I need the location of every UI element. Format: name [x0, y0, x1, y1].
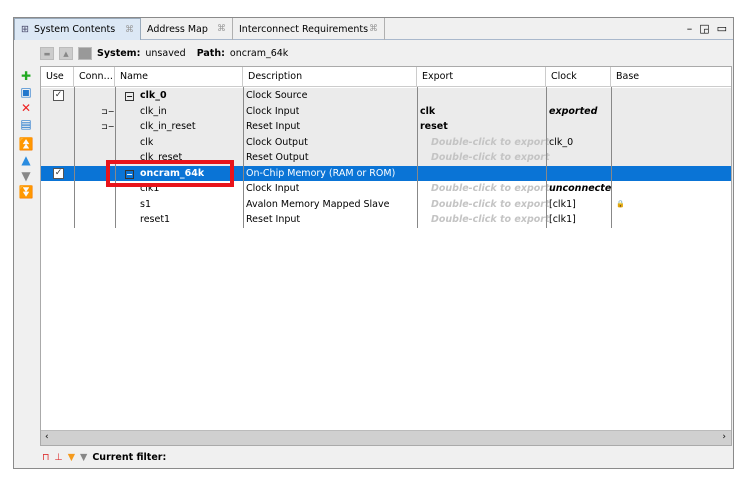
edit-icon[interactable]: ▤ — [18, 116, 34, 132]
column-header-connections[interactable]: Conn… — [74, 67, 115, 87]
scroll-right-icon[interactable]: › — [722, 432, 726, 442]
use-checkbox[interactable]: ✓ — [53, 90, 64, 101]
column-header-description[interactable]: Description — [243, 67, 417, 87]
close-icon[interactable]: ⌘ — [125, 25, 134, 35]
row-description: Clock Output — [246, 136, 308, 148]
clear-filter-icon[interactable]: ▼ — [80, 452, 87, 463]
move-top-button[interactable]: ▬ — [40, 46, 54, 60]
add-component-icon[interactable]: ▣ — [18, 84, 34, 100]
side-toolbar: ✚ ▣ ✕ ▤ ⏫ ▲ ▼ ⏬ — [18, 68, 34, 200]
row-clock[interactable]: [clk1] — [549, 212, 611, 228]
row-clock[interactable]: exported — [549, 104, 611, 120]
row-name: clk — [140, 136, 154, 148]
tab-interconnect-requirements[interactable]: Interconnect Requirements ⌘ — [233, 18, 385, 40]
row-description: Clock Input — [246, 183, 300, 194]
lock-icon: 🔒 — [616, 199, 625, 208]
column-header-use[interactable]: Use — [41, 67, 74, 87]
row-clock[interactable]: clk_0 — [549, 135, 611, 151]
row-description: On-Chip Memory (RAM or ROM) — [246, 167, 396, 179]
row-name: clk_in — [140, 105, 167, 117]
scroll-left-icon[interactable]: ‹ — [45, 432, 49, 442]
close-icon[interactable]: ⌘ — [217, 24, 226, 34]
filter-icon[interactable]: ▼ — [68, 452, 75, 463]
tab-system-contents[interactable]: ⊞ System Contents ⌘ — [14, 18, 141, 40]
hierarchy-icon[interactable] — [78, 46, 92, 60]
row-clock[interactable] — [549, 150, 611, 166]
move-down-icon[interactable]: ▼ — [18, 168, 34, 184]
row-name: reset1 — [140, 214, 171, 225]
filter-bar: ⊓ ⊥ ▼ ▼ Current filter: — [42, 451, 167, 463]
row-description: Clock Input — [246, 105, 300, 117]
row-clock[interactable] — [549, 166, 611, 182]
row-export[interactable]: Double-click to export — [431, 135, 550, 151]
row-description: Avalon Memory Mapped Slave — [246, 198, 390, 210]
row-name: clk_0 — [140, 90, 167, 101]
row-export[interactable]: Double-click to export — [431, 150, 550, 166]
port-connector-icon[interactable]: ⊐− — [101, 104, 114, 120]
row-description: Reset Input — [246, 214, 301, 225]
minimize-icon[interactable]: – — [687, 22, 693, 35]
tab-bar: ⊞ System Contents ⌘ Address Map ⌘ Interconn… — [14, 18, 733, 40]
row-export[interactable]: clk — [420, 104, 435, 120]
row-export[interactable]: reset — [420, 119, 448, 135]
highlight-box — [106, 160, 234, 187]
tab-address-map[interactable]: Address Map ⌘ — [141, 18, 233, 40]
collapse-icon[interactable]: − — [125, 92, 134, 101]
column-header-clock[interactable]: Clock — [546, 67, 611, 87]
row-clock[interactable] — [549, 119, 611, 135]
close-icon[interactable]: ⌘ — [369, 24, 378, 34]
table-row[interactable]: ✓ − clk_0 Clock Source — [41, 88, 731, 104]
table-row[interactable]: clk Clock Output Double-click to export clk… — [41, 134, 731, 151]
row-name: clk_in_reset — [140, 121, 196, 132]
row-clock[interactable]: unconnected — [549, 181, 611, 197]
toolbar: ▬ ▲ System: unsaved Path: oncram_64k — [40, 44, 288, 62]
row-clock[interactable] — [549, 88, 611, 104]
move-up-icon[interactable]: ▲ — [18, 152, 34, 168]
row-name: s1 — [140, 198, 151, 210]
signal-filter-icon[interactable]: ⊓ — [42, 452, 49, 463]
move-up-button[interactable]: ▲ — [59, 46, 73, 60]
system-table: Use Conn… Name Description Export Clock … — [40, 66, 732, 446]
column-header-export[interactable]: Export — [417, 67, 546, 87]
table-row[interactable]: reset1 Reset Input Double-click to export[… — [41, 212, 731, 228]
column-header-name[interactable]: Name — [115, 67, 243, 87]
horizontal-scrollbar[interactable]: ‹ › — [41, 430, 731, 445]
row-description: Clock Source — [246, 90, 308, 101]
system-contents-window: ⊞ System Contents ⌘ Address Map ⌘ Interconn… — [13, 17, 734, 469]
use-checkbox[interactable]: ✓ — [53, 167, 64, 179]
table-row[interactable]: ⊐− clk_in_reset Reset Input reset — [41, 119, 731, 135]
maximize-icon[interactable]: ▭ — [717, 22, 727, 35]
system-icon: ⊞ — [21, 24, 29, 35]
add-icon[interactable]: ✚ — [18, 68, 34, 84]
column-header-base[interactable]: Base — [611, 67, 731, 87]
row-description: Reset Output — [246, 152, 309, 163]
move-bottom-icon[interactable]: ⏬ — [18, 184, 34, 200]
row-clock[interactable]: [clk1] — [549, 197, 611, 213]
detach-icon[interactable]: ◲ — [699, 22, 709, 35]
remove-icon[interactable]: ✕ — [18, 100, 34, 116]
signal-filter-alt-icon[interactable]: ⊥ — [54, 452, 62, 463]
row-description: Reset Input — [246, 121, 301, 132]
row-export[interactable]: Double-click to export — [431, 197, 550, 213]
row-export[interactable]: Double-click to export — [431, 212, 550, 228]
row-export[interactable]: Double-click to export — [431, 181, 550, 197]
port-connector-icon[interactable]: ⊐− — [101, 119, 114, 135]
move-top-icon[interactable]: ⏫ — [18, 136, 34, 152]
table-row[interactable]: s1 Avalon Memory Mapped Slave Double-click… — [41, 197, 731, 213]
table-row[interactable]: ⊐− clk_in Clock Input clk exported — [41, 103, 731, 120]
